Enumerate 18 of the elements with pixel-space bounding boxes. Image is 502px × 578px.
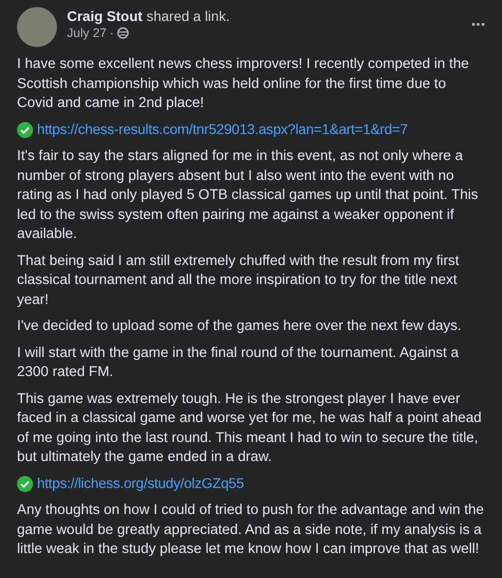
separator: · [110, 26, 114, 40]
check-icon [17, 476, 33, 492]
post-link[interactable]: https://chess-results.com/tnr529013.aspx?lan=1&art=1&rd=7 [37, 120, 408, 140]
post-date[interactable]: July 27 [67, 26, 107, 40]
post-action: shared a link. [146, 8, 230, 24]
post-paragraph: That being said I am still extremely chuffed with the result from my first classical tournament and all the more inspiration to try for the title next year! [17, 252, 460, 310]
post-link[interactable]: https://lichess.org/study/olzGZq55 [37, 474, 244, 494]
globe-icon [116, 27, 129, 39]
post-paragraph: Any thoughts on how I could of tried to push for the advantage and win the game would be greatly appreciated. And as a side note, if my analysis is a little weak in the study please let me know how I can improve that as well! [17, 501, 485, 559]
post-paragraph: It's fair to say the stars aligned for me in this event, as not only where a number of strong players absent but I also went into the event with no rating as I had only played 5 OTB classical games up until that point. This led to the swiss system often pairing me against a weaker opponent if available. [17, 147, 480, 244]
post-paragraph: This game was extremely tough. He is the strongest player I have ever faced in a classical game and worse yet for me, he was half a point ahead of me going into the last round. This meant I had to win to secure the title, but ultimately the game ended in a draw. [17, 390, 483, 467]
avatar[interactable] [17, 7, 57, 47]
author-name[interactable]: Craig Stout [67, 8, 142, 24]
post-paragraph: I've decided to upload some of the games here over the next few days. [17, 317, 462, 336]
check-icon [17, 122, 33, 138]
more-options-button[interactable]: ••• [471, 19, 486, 31]
post-paragraph: I will start with the game in the final round of the tournament. Against a 2300 rated FM. [17, 344, 460, 382]
post-paragraph: I have some excellent news chess improvers! I recently competed in the Scottish championship which was held online for the first time due to Covid and came in 2nd place! [17, 55, 470, 113]
